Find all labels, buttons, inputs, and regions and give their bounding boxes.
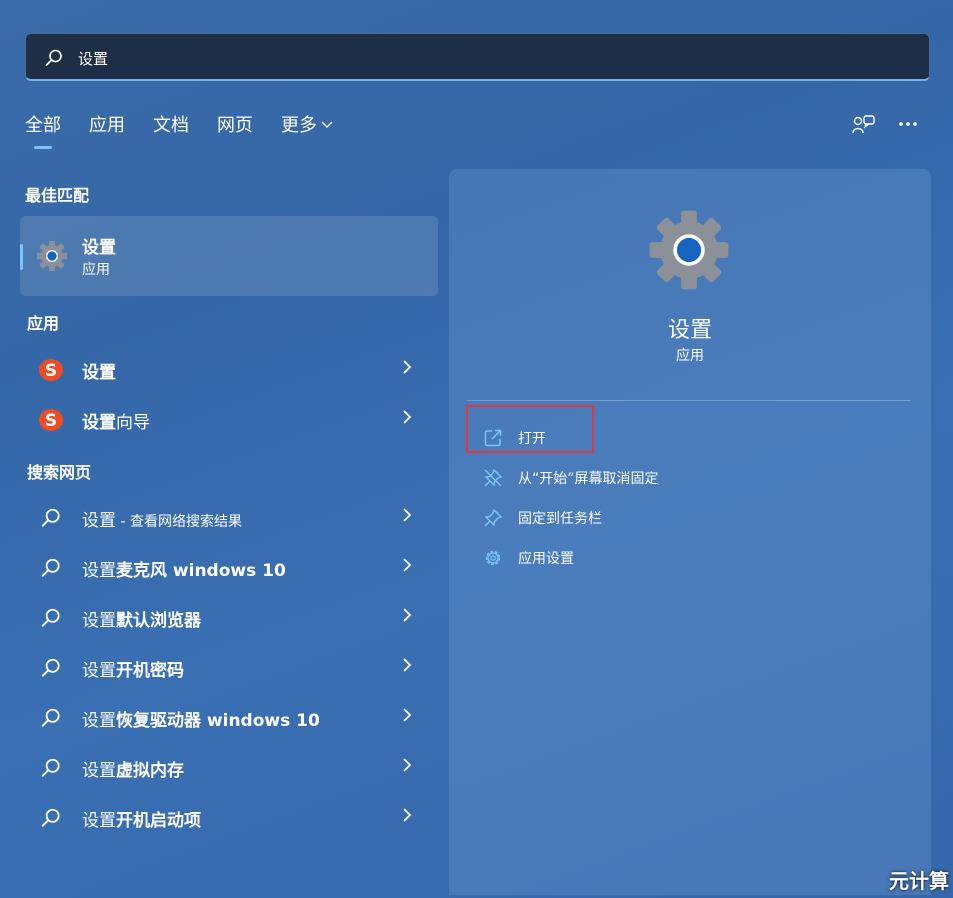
preview-title: 设置 <box>667 318 712 343</box>
search-icon <box>41 508 60 527</box>
search-icon <box>41 808 60 827</box>
web-search-item[interactable]: 设置 - 查看网络搜索结果 <box>20 494 438 540</box>
web-search-item[interactable]: 设置麦克风 windows 10 <box>20 544 438 590</box>
svg-text:S: S <box>45 361 57 381</box>
tab-apps[interactable]: 应用 <box>89 113 125 143</box>
tab-more[interactable]: 更多 <box>281 113 333 143</box>
action-app-settings[interactable]: 应用设置 <box>480 543 610 573</box>
filter-tabs: 全部 应用 文档 网页 更多 <box>25 113 361 149</box>
web-search-item[interactable]: 设置虚拟内存 <box>20 744 438 790</box>
chevron-right-icon <box>403 410 412 424</box>
app-item-label: 设置 <box>82 363 116 383</box>
app-item-settings[interactable]: S 设置 <box>20 346 438 392</box>
web-search-label: 设置虚拟内存 <box>82 761 184 781</box>
sogou-icon: S <box>39 409 63 431</box>
chevron-right-icon <box>403 808 412 822</box>
gear-icon <box>37 241 67 271</box>
search-icon <box>41 558 60 577</box>
action-unpin-start[interactable]: 从“开始”屏幕取消固定 <box>480 463 700 493</box>
chevron-right-icon <box>403 558 412 572</box>
search-icon <box>41 658 60 677</box>
chevron-right-icon <box>403 360 412 374</box>
web-search-label: 设置恢复驱动器 windows 10 <box>82 711 320 731</box>
action-label: 应用设置 <box>518 551 574 567</box>
preview-subtitle: 应用 <box>676 348 704 364</box>
best-match-subtitle: 应用 <box>82 262 110 278</box>
selection-indicator <box>20 244 23 270</box>
search-input[interactable]: 设置 <box>78 48 108 69</box>
app-item-settings-wizard[interactable]: S 设置向导 <box>20 396 438 442</box>
highlight-box <box>466 405 594 453</box>
web-search-item[interactable]: 设置恢复驱动器 windows 10 <box>20 694 438 740</box>
divider <box>467 400 911 401</box>
chevron-right-icon <box>403 508 412 522</box>
chevron-right-icon <box>403 608 412 622</box>
feedback-icon[interactable] <box>852 114 876 136</box>
chevron-right-icon <box>403 658 412 672</box>
watermark: 元计算 <box>889 869 949 893</box>
sogou-icon: S <box>39 359 63 381</box>
tab-all[interactable]: 全部 <box>25 113 61 149</box>
web-search-item[interactable]: 设置开机密码 <box>20 644 438 690</box>
action-label: 固定到任务栏 <box>518 511 602 527</box>
gear-icon <box>485 550 501 566</box>
search-icon <box>41 608 60 627</box>
pin-icon <box>484 508 503 527</box>
chevron-down-icon <box>321 121 333 128</box>
search-box[interactable]: 设置 <box>25 33 930 81</box>
tab-web[interactable]: 网页 <box>217 113 253 143</box>
best-match-card[interactable]: 设置 应用 <box>20 216 438 296</box>
app-item-label: 设置向导 <box>82 413 150 433</box>
section-web-search: 搜索网页 <box>27 463 92 482</box>
tab-documents[interactable]: 文档 <box>153 113 189 143</box>
web-search-item[interactable]: 设置开机启动项 <box>20 794 438 840</box>
best-match-title: 设置 <box>82 238 116 258</box>
web-search-label: 设置开机启动项 <box>82 811 201 831</box>
tab-more-label: 更多 <box>281 115 317 136</box>
more-icon[interactable] <box>898 120 918 128</box>
web-search-label: 设置麦克风 windows 10 <box>82 561 286 581</box>
action-label: 从“开始”屏幕取消固定 <box>518 471 659 487</box>
svg-text:S: S <box>45 411 57 431</box>
search-icon <box>45 49 62 66</box>
section-best-match: 最佳匹配 <box>25 186 90 205</box>
web-search-label: 设置 - 查看网络搜索结果 <box>82 511 242 531</box>
search-icon <box>41 708 60 727</box>
chevron-right-icon <box>403 708 412 722</box>
chevron-right-icon <box>403 758 412 772</box>
web-search-label: 设置开机密码 <box>82 661 184 681</box>
web-search-label: 设置默认浏览器 <box>82 611 201 631</box>
gear-icon <box>649 210 729 290</box>
search-icon <box>41 758 60 777</box>
section-apps: 应用 <box>27 314 60 333</box>
web-search-item[interactable]: 设置默认浏览器 <box>20 594 438 640</box>
unpin-icon <box>484 468 503 487</box>
action-pin-taskbar[interactable]: 固定到任务栏 <box>480 503 640 533</box>
